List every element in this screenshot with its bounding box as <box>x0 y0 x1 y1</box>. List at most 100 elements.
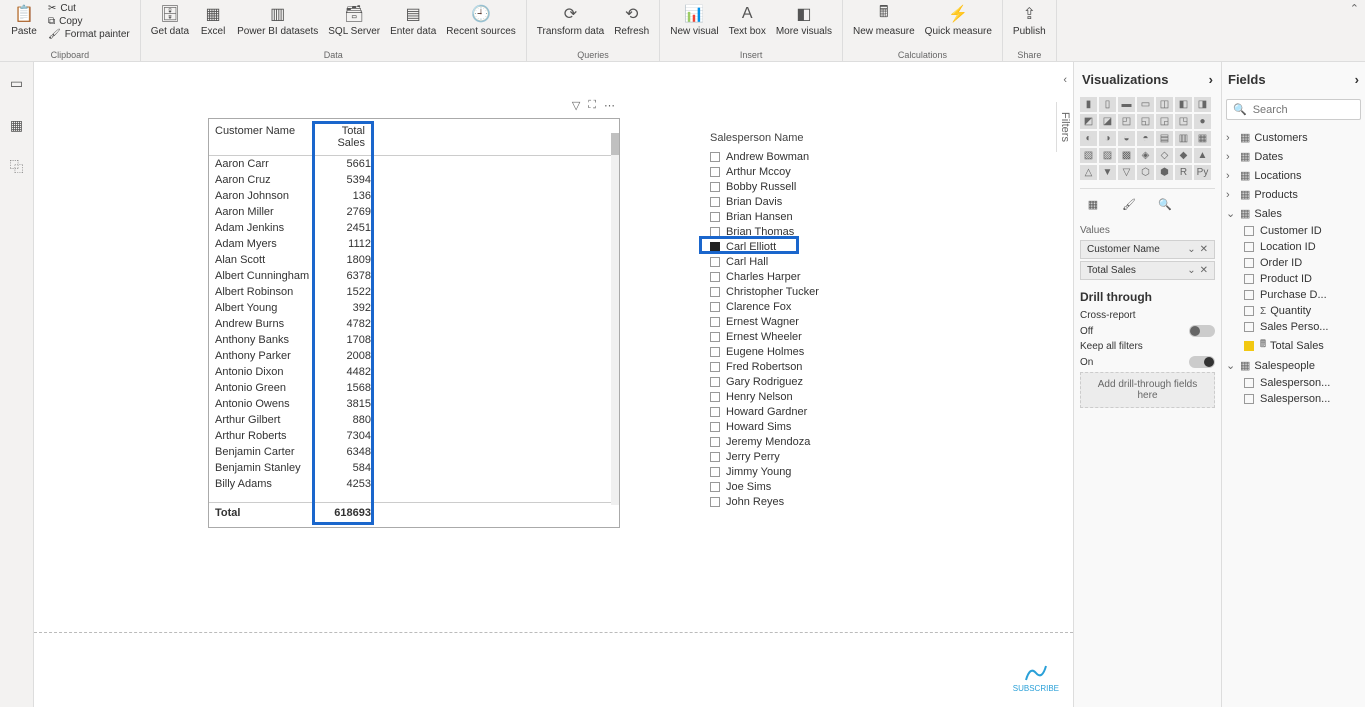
slicer-item[interactable]: Henry Nelson <box>710 390 910 405</box>
remove-field-icon[interactable]: ✕ <box>1200 265 1208 276</box>
viz-type-button[interactable]: ▲ <box>1194 148 1211 163</box>
table-row[interactable]: Benjamin Carter6348 <box>209 444 619 460</box>
field-table-sales[interactable]: ⌄▦Sales <box>1226 204 1361 223</box>
table-row[interactable]: Antonio Dixon4482 <box>209 364 619 380</box>
table-row[interactable]: Aaron Miller2769 <box>209 204 619 220</box>
more-options-icon[interactable]: ⋯ <box>602 97 617 114</box>
report-canvas[interactable]: ▽ ⛶ ⋯ Customer Name Total Sales Aaron Ca… <box>34 62 1073 707</box>
analytics-tab-button[interactable]: 🔍 <box>1156 195 1174 213</box>
ribbon-collapse-button[interactable]: ⌃ <box>1350 2 1359 15</box>
cross-report-toggle[interactable] <box>1189 325 1215 337</box>
search-input[interactable] <box>1253 104 1365 116</box>
viz-type-button[interactable]: ◨ <box>1194 97 1211 112</box>
quick-measure-button[interactable]: ⚡Quick measure <box>921 2 996 39</box>
fields-tab-button[interactable]: ▦ <box>1084 195 1102 213</box>
format-painter-button[interactable]: 🖌Format painter <box>44 28 134 41</box>
viz-type-button[interactable]: ◆ <box>1175 148 1192 163</box>
table-row[interactable]: Aaron Cruz5394 <box>209 172 619 188</box>
viz-type-button[interactable]: ◐ <box>1080 131 1097 146</box>
table-row[interactable]: Albert Cunningham6378 <box>209 268 619 284</box>
sql-server-button[interactable]: 🗃SQL Server <box>324 2 384 39</box>
expand-filters-arrow[interactable]: ‹ <box>1063 74 1067 86</box>
transform-data-button[interactable]: ⟳Transform data <box>533 2 608 39</box>
viz-type-button[interactable]: ▤ <box>1156 131 1173 146</box>
enter-data-button[interactable]: ▤Enter data <box>386 2 440 39</box>
table-row[interactable]: Adam Jenkins2451 <box>209 220 619 236</box>
viz-type-button[interactable]: ● <box>1194 114 1211 129</box>
slicer-item[interactable]: Fred Robertson <box>710 360 910 375</box>
field-table-customers[interactable]: ›▦Customers <box>1226 128 1361 147</box>
table-row[interactable]: Andrew Burns4782 <box>209 316 619 332</box>
new-visual-button[interactable]: 📊New visual <box>666 2 722 39</box>
salesperson-slicer[interactable]: Salesperson Name Andrew BowmanArthur Mcc… <box>710 132 910 510</box>
slicer-item[interactable]: Gary Rodriguez <box>710 375 910 390</box>
model-view-button[interactable]: ⿻ <box>4 154 30 180</box>
cut-button[interactable]: ✂Cut <box>44 2 134 15</box>
table-row[interactable]: Aaron Johnson136 <box>209 188 619 204</box>
table-row[interactable]: Antonio Green1568 <box>209 380 619 396</box>
field-item[interactable]: Order ID <box>1226 255 1361 271</box>
slicer-item[interactable]: Brian Thomas <box>710 225 910 240</box>
get-data-button[interactable]: 🗄Get data <box>147 2 193 39</box>
viz-type-button[interactable]: ◧ <box>1175 97 1192 112</box>
field-table-dates[interactable]: ›▦Dates <box>1226 147 1361 166</box>
copy-button[interactable]: ⧉Copy <box>44 15 134 28</box>
slicer-item[interactable]: Bobby Russell <box>710 180 910 195</box>
format-tab-button[interactable]: 🖌 <box>1120 195 1138 213</box>
chevron-down-icon[interactable]: ⌄ <box>1187 244 1195 255</box>
viz-type-button[interactable]: ◓ <box>1137 131 1154 146</box>
field-item[interactable]: Customer ID <box>1226 223 1361 239</box>
table-row[interactable]: Arthur Gilbert880 <box>209 412 619 428</box>
slicer-item[interactable]: Jeremy Mendoza <box>710 435 910 450</box>
filter-icon[interactable]: ▽ <box>570 97 582 114</box>
slicer-item[interactable]: Howard Sims <box>710 420 910 435</box>
slicer-item[interactable]: John Reyes <box>710 495 910 510</box>
slicer-item[interactable]: Carl Hall <box>710 255 910 270</box>
viz-type-button[interactable]: Py <box>1194 165 1211 180</box>
viz-type-button[interactable]: ◩ <box>1080 114 1097 129</box>
table-row[interactable]: Anthony Banks1708 <box>209 332 619 348</box>
viz-type-button[interactable]: ◈ <box>1137 148 1154 163</box>
filters-pane-tab[interactable]: Filters <box>1056 102 1073 152</box>
table-row[interactable]: Anthony Parker2008 <box>209 348 619 364</box>
viz-type-button[interactable]: ⬡ <box>1137 165 1154 180</box>
keep-filters-toggle[interactable] <box>1189 356 1215 368</box>
viz-type-button[interactable]: ▧ <box>1080 148 1097 163</box>
drill-through-target[interactable]: Add drill-through fields here <box>1080 372 1215 408</box>
slicer-item[interactable]: Arthur Mccoy <box>710 165 910 180</box>
table-row[interactable]: Adam Myers1112 <box>209 236 619 252</box>
slicer-item[interactable]: Jerry Perry <box>710 450 910 465</box>
slicer-item[interactable]: Christopher Tucker <box>710 285 910 300</box>
slicer-item[interactable]: Jimmy Young <box>710 465 910 480</box>
excel-button[interactable]: ▦Excel <box>195 2 231 39</box>
column-header-total-sales[interactable]: Total Sales <box>309 119 371 155</box>
viz-type-button[interactable]: ▽ <box>1118 165 1135 180</box>
remove-field-icon[interactable]: ✕ <box>1200 244 1208 255</box>
viz-type-button[interactable]: ▯ <box>1099 97 1116 112</box>
table-row[interactable]: Albert Young392 <box>209 300 619 316</box>
slicer-item[interactable]: Andrew Bowman <box>710 150 910 165</box>
table-row[interactable]: Benjamin Stanley584 <box>209 460 619 476</box>
viz-type-button[interactable]: ▼ <box>1099 165 1116 180</box>
field-table-salespeople[interactable]: ⌄▦Salespeople <box>1226 356 1361 375</box>
table-row[interactable]: Alan Scott1809 <box>209 252 619 268</box>
table-row[interactable]: Billy Adams4253 <box>209 476 619 492</box>
table-row[interactable]: Antonio Owens3815 <box>209 396 619 412</box>
slicer-item[interactable]: Eugene Holmes <box>710 345 910 360</box>
slicer-item[interactable]: Carl Elliott <box>710 240 910 255</box>
paste-button[interactable]: 📋 Paste <box>6 2 42 39</box>
slicer-item[interactable]: Charles Harper <box>710 270 910 285</box>
viz-type-button[interactable]: R <box>1175 165 1192 180</box>
field-table-locations[interactable]: ›▦Locations <box>1226 166 1361 185</box>
table-row[interactable]: Aaron Carr5661 <box>209 156 619 172</box>
table-row[interactable]: Arthur Roberts7304 <box>209 428 619 444</box>
report-view-button[interactable]: ▭ <box>4 70 30 96</box>
fields-search[interactable]: 🔍 <box>1226 99 1361 120</box>
viz-type-button[interactable]: ◑ <box>1099 131 1116 146</box>
field-item[interactable]: Product ID <box>1226 271 1361 287</box>
viz-type-button[interactable]: ◫ <box>1156 97 1173 112</box>
slicer-item[interactable]: Ernest Wheeler <box>710 330 910 345</box>
viz-type-button[interactable]: ▮ <box>1080 97 1097 112</box>
slicer-item[interactable]: Joe Sims <box>710 480 910 495</box>
viz-type-button[interactable]: ◰ <box>1118 114 1135 129</box>
